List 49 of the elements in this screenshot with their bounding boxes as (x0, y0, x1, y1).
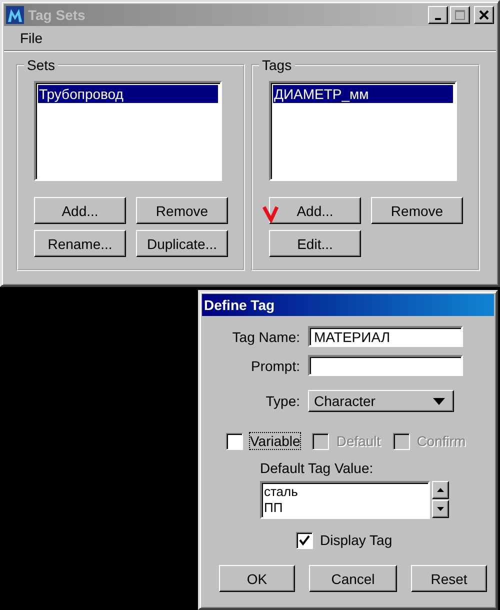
dialog-button[interactable]: Rename... (34, 230, 126, 257)
dialog-button[interactable]: OK (219, 565, 295, 592)
up-arrow-icon (437, 488, 444, 492)
checkbox[interactable] (296, 532, 313, 548)
type-dropdown[interactable]: Character (308, 390, 454, 412)
minimize-button[interactable] (428, 6, 448, 24)
scroll-down-button[interactable] (432, 500, 449, 518)
input-field[interactable] (308, 355, 463, 376)
dialog-button[interactable]: Reset (411, 565, 487, 592)
dialog-button[interactable]: Duplicate... (136, 230, 228, 257)
checkbox[interactable] (226, 432, 243, 450)
checkbox-label: Default (335, 432, 382, 450)
dialog-button[interactable]: Remove (136, 197, 228, 224)
text-area[interactable]: сталь ПП (260, 481, 430, 519)
checkbox-label: Display Tag (319, 531, 394, 549)
list-box[interactable]: ДИАМЕТР_мм (269, 81, 457, 181)
group-label: Sets (26, 57, 56, 73)
maximize-button[interactable] (450, 6, 470, 24)
list-item[interactable]: Трубопровод (38, 85, 218, 103)
checkbox-label: Variable (249, 432, 302, 450)
window-title: Define Tag (204, 297, 276, 313)
down-arrow-icon (437, 507, 444, 511)
scroll-up-button[interactable] (432, 481, 449, 499)
group-label: Tags (261, 57, 293, 73)
field-label: Tag Name: (231, 328, 300, 344)
window-title: Tag Sets (28, 7, 86, 23)
dropdown-arrow-icon (433, 398, 445, 404)
close-icon (479, 10, 489, 20)
list-item[interactable]: ДИАМЕТР_мм (273, 85, 453, 103)
dialog-button[interactable]: Remove (371, 197, 463, 224)
menu-item[interactable]: File (20, 30, 43, 46)
field-label: Type: (264, 393, 300, 409)
text-line: сталь (264, 484, 299, 500)
dialog-button[interactable]: Cancel (309, 565, 397, 592)
text-line: ПП (264, 500, 284, 516)
dialog-button[interactable]: Edit... (269, 230, 361, 257)
maximize-icon (455, 10, 465, 20)
field-label: Prompt: (250, 358, 300, 374)
list-box[interactable]: Трубопровод (34, 81, 222, 181)
app-icon (6, 6, 24, 24)
checkbox-label: Confirm (416, 432, 467, 450)
check-mark-icon (262, 205, 280, 223)
dialog-button[interactable]: Add... (34, 197, 126, 224)
check-icon (298, 534, 311, 546)
minimize-icon (435, 18, 441, 20)
field-label: Default Tag Value: (260, 460, 374, 476)
close-button[interactable] (474, 6, 494, 24)
dialog-button[interactable]: Add... (269, 197, 361, 224)
input-field[interactable]: МАТЕРИАЛ (308, 326, 463, 347)
